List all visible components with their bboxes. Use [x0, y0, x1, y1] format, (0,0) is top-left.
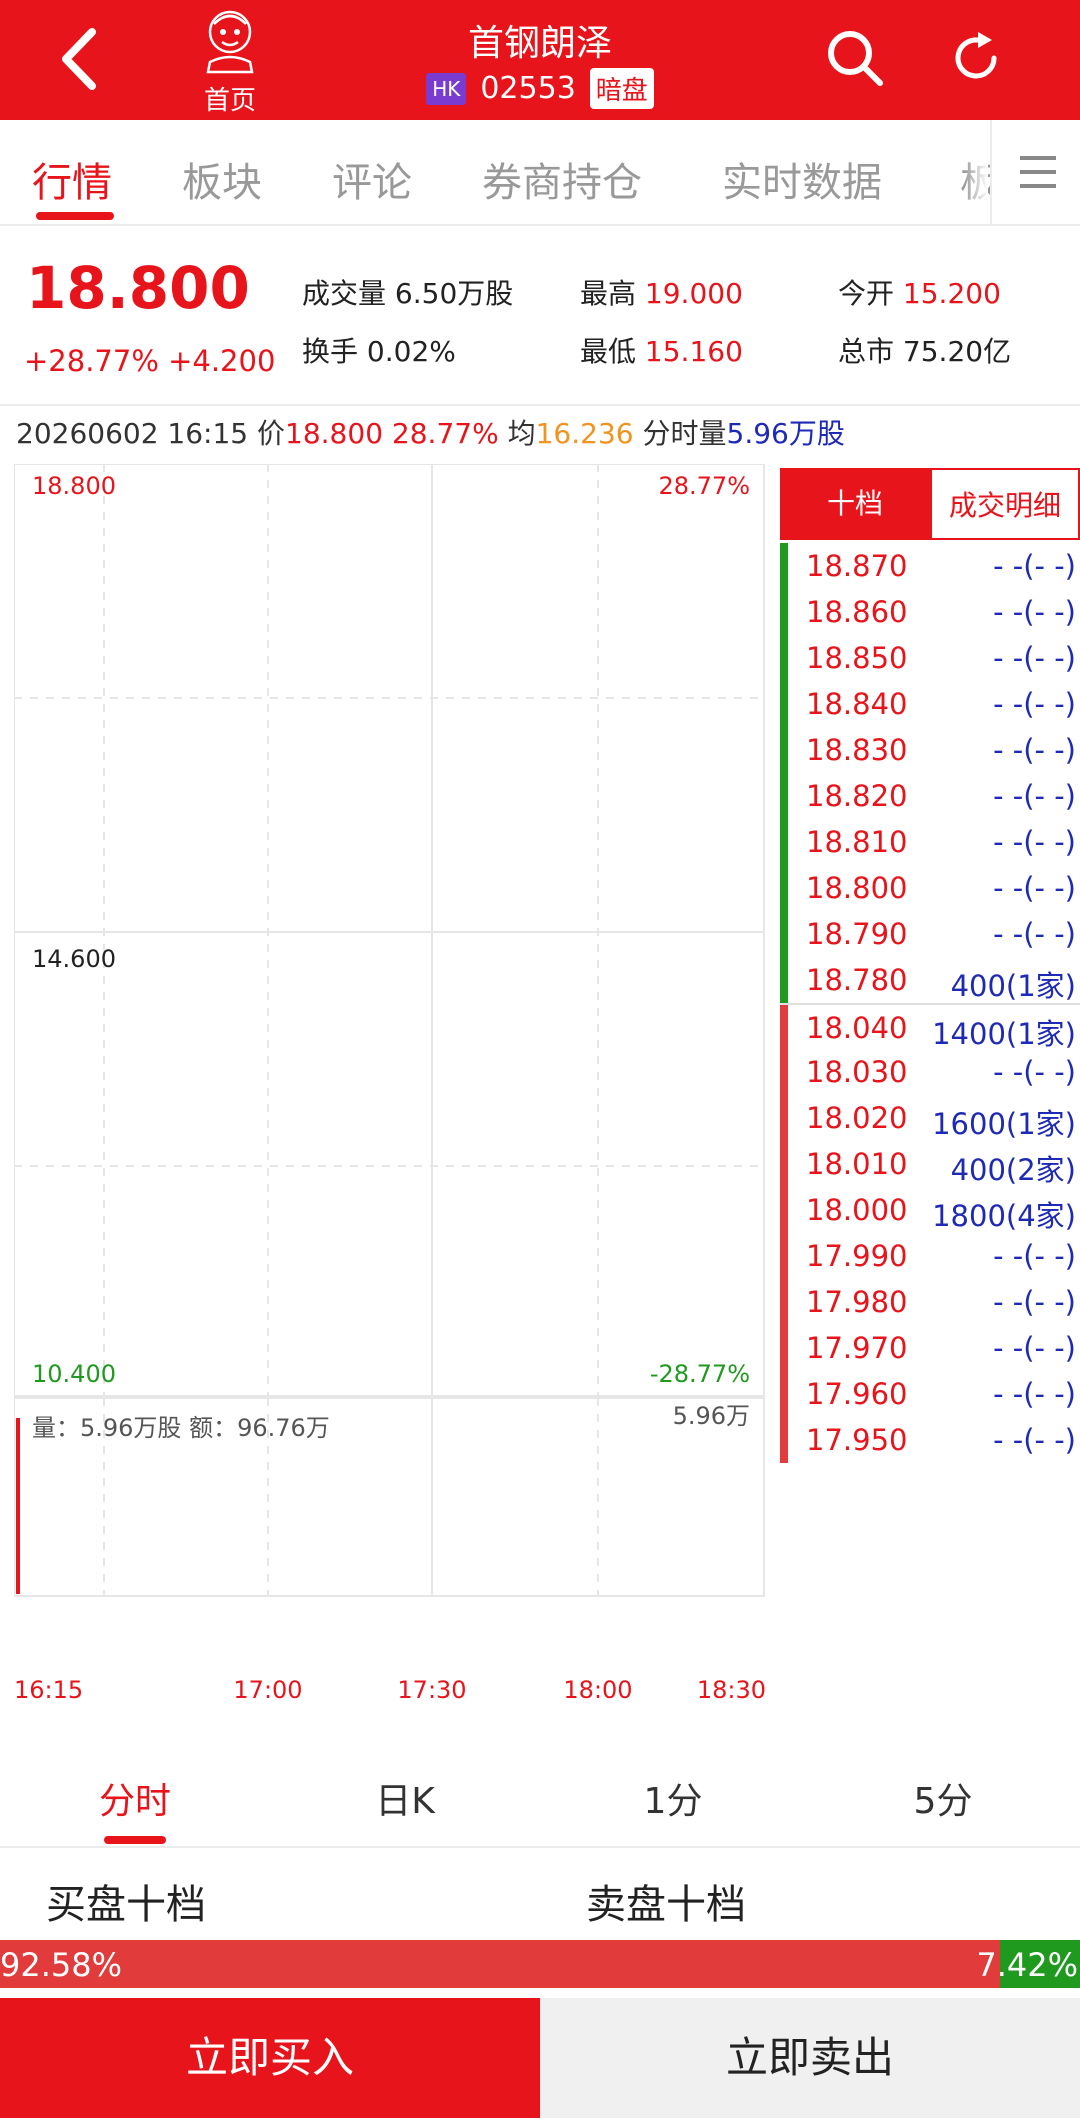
price-axis-bottom: 10.400 [32, 1360, 116, 1388]
ask-row: 18.800- -(- -) [780, 865, 1080, 911]
ask-row: 18.850- -(- -) [780, 635, 1080, 681]
tab-ten-levels[interactable]: 十档 [780, 468, 930, 540]
buy-now-button[interactable]: 立即买入 [0, 1998, 540, 2118]
tab-trade-details[interactable]: 成交明细 [930, 468, 1080, 540]
buy-ratio-fill [0, 1940, 1000, 1988]
tabs-menu-button[interactable] [990, 120, 1080, 224]
x-tick-3: 18:00 [563, 1676, 632, 1700]
last-price: 18.800 [26, 254, 250, 322]
quote-panel: 18.800 +28.77% +4.200 成交量 6.50万股 最高 19.0… [0, 226, 1080, 406]
ask-row: 18.830- -(- -) [780, 727, 1080, 773]
period-tabs: 分时 日K 1分 5分 [0, 1736, 1080, 1848]
chart-info-line: 20260602 16:15 价18.800 28.77% 均16.236 分时… [16, 417, 845, 450]
orderbook-list: 18.870- -(- -) 18.860- -(- -) 18.850- -(… [780, 543, 1080, 1463]
volume-bar [16, 1418, 20, 1594]
tab-daily-k[interactable]: 日K [305, 1772, 505, 1824]
x-tick-0: 16:15 [14, 1676, 83, 1700]
tab-realtime-data[interactable]: 实时数据 [722, 150, 882, 208]
x-tick-1: 17:00 [233, 1676, 302, 1700]
tab-quote[interactable]: 行情 [32, 150, 112, 208]
tabs-fade [964, 120, 988, 224]
tab-intraday[interactable]: 分时 [35, 1772, 235, 1824]
market-badge: HK [426, 72, 467, 105]
stat-market-cap: 总市 75.20亿 [838, 335, 1012, 368]
period-tab-indicator [104, 1836, 166, 1844]
buy-book-title: 买盘十档 [46, 1882, 206, 1928]
search-button[interactable] [825, 28, 885, 88]
price-axis-top: 18.800 [32, 472, 116, 500]
buy-ratio-label: 92.58% [0, 1946, 123, 1984]
ask-row: 18.780 400(1家) [780, 957, 1080, 1003]
stat-volume: 成交量 6.50万股 [302, 277, 514, 310]
bid-row: 18.040 1400(1家) [780, 1003, 1080, 1051]
ask-row: 18.790- -(- -) [780, 911, 1080, 957]
ask-row: 18.870- -(- -) [780, 543, 1080, 589]
stock-code-line: HK 02553 暗盘 [0, 68, 1080, 109]
bid-row: 17.980- -(- -) [780, 1279, 1080, 1325]
stat-turnover: 换手 0.02% [302, 335, 456, 368]
tab-sector[interactable]: 板块 [182, 150, 262, 208]
tab-1min[interactable]: 1分 [573, 1772, 773, 1824]
bid-row: 17.950- -(- -) [780, 1417, 1080, 1463]
main-tabs: 行情 板块 评论 券商持仓 实时数据 板 [0, 120, 1080, 226]
search-icon [828, 31, 883, 86]
session-badge: 暗盘 [589, 68, 654, 109]
trade-actions: 立即买入 立即卖出 [0, 1998, 1080, 2118]
ask-row: 18.860- -(- -) [780, 589, 1080, 635]
pct-axis-top: 28.77% [658, 472, 750, 500]
ask-row: 18.820- -(- -) [780, 773, 1080, 819]
tab-5min[interactable]: 5分 [843, 1772, 1043, 1824]
bid-row: 17.990- -(- -) [780, 1233, 1080, 1279]
sell-now-button[interactable]: 立即卖出 [540, 1998, 1080, 2118]
x-tick-2: 17:30 [397, 1676, 466, 1700]
bid-row: 18.000 1800(4家) [780, 1187, 1080, 1233]
intraday-chart[interactable]: 18.800 14.600 10.400 28.77% -28.77% 量：5.… [14, 464, 766, 1700]
volume-summary: 量：5.96万股 额：96.76万 [32, 1414, 330, 1442]
stat-high: 最高 19.000 [580, 277, 743, 310]
stat-open: 今开 15.200 [838, 277, 1001, 310]
price-axis-mid: 14.600 [32, 945, 116, 973]
refresh-button[interactable] [948, 30, 1004, 86]
refresh-icon [955, 32, 997, 79]
ask-row: 18.810- -(- -) [780, 819, 1080, 865]
stock-code: 02553 [480, 71, 576, 106]
x-tick-4: 18:30 [697, 1676, 766, 1700]
price-change: +28.77% +4.200 [24, 344, 276, 378]
sell-book-title: 卖盘十档 [586, 1882, 746, 1928]
book-headers: 买盘十档 卖盘十档 [0, 1850, 1080, 1940]
bid-row: 18.010 400(2家) [780, 1141, 1080, 1187]
top-bar: 首页 首钢朗泽 HK 02553 暗盘 [0, 0, 1080, 120]
bid-row: 18.030- -(- -) [780, 1049, 1080, 1095]
tab-active-indicator [36, 212, 114, 220]
stat-low: 最低 15.160 [580, 335, 743, 368]
price-panel-frame [14, 464, 765, 1397]
bid-row: 18.020 1600(1家) [780, 1095, 1080, 1141]
tab-broker-holdings[interactable]: 券商持仓 [482, 150, 642, 208]
tab-comments[interactable]: 评论 [332, 150, 412, 208]
orderbook-tabs: 十档 成交明细 [780, 468, 1080, 540]
stock-name: 首钢朗泽 [467, 23, 612, 64]
pct-axis-bottom: -28.77% [650, 1360, 750, 1388]
bid-row: 17.960- -(- -) [780, 1371, 1080, 1417]
volume-max: 5.96万 [673, 1402, 750, 1430]
bid-row: 17.970- -(- -) [780, 1325, 1080, 1371]
buy-sell-ratio-bar: 92.58% 7.42% [0, 1940, 1080, 1988]
ask-row: 18.840- -(- -) [780, 681, 1080, 727]
sell-ratio-label: 7.42% [976, 1946, 1078, 1984]
